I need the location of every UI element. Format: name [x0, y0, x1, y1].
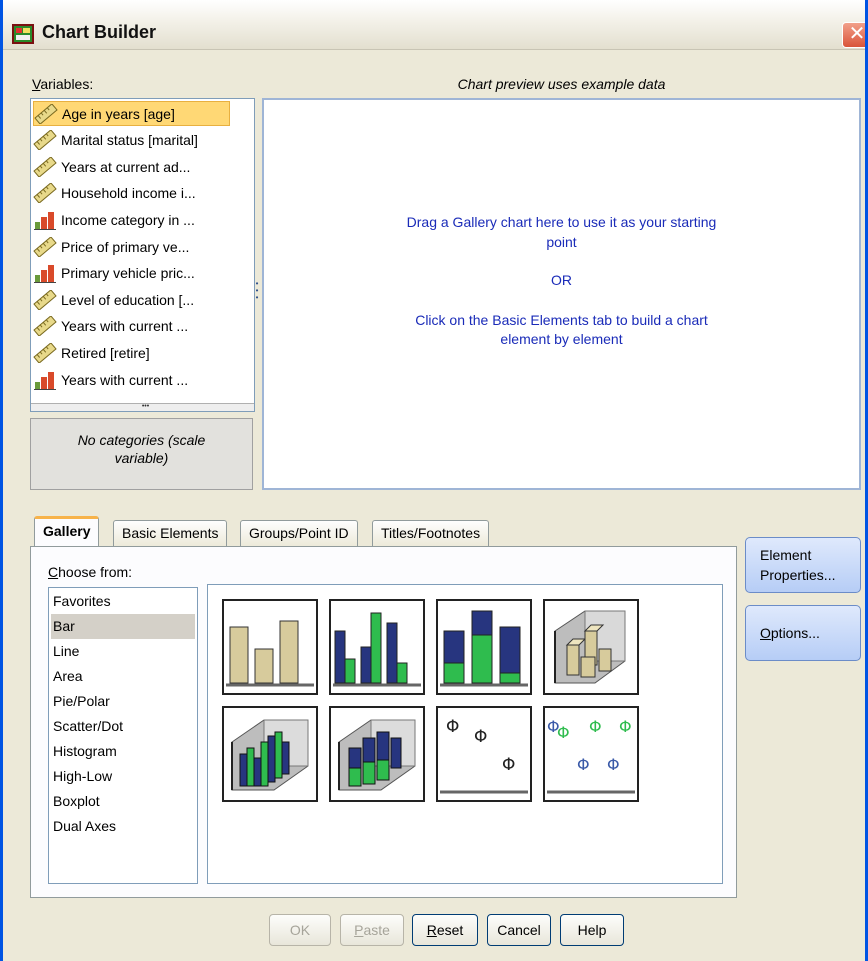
chart-type-boxplot[interactable]: Boxplot	[51, 789, 195, 814]
ordinal-measure-icon	[33, 370, 57, 390]
preview-instruction-line2: point	[546, 234, 577, 250]
tab-groups-point-id[interactable]: Groups/Point ID	[240, 520, 358, 547]
list-splitter-handle[interactable]: •••	[31, 403, 254, 411]
scale-measure-icon	[33, 155, 57, 178]
variable-item[interactable]: Income category in ...	[33, 207, 230, 232]
variables-label: Variables:	[32, 76, 94, 92]
tab-basic-elements[interactable]: Basic Elements	[113, 520, 228, 547]
variable-item[interactable]: Primary vehicle pric...	[33, 261, 230, 286]
chart-type-favorites[interactable]: Favorites	[51, 589, 195, 614]
variable-item-label: Household income i...	[61, 185, 196, 202]
scale-measure-icon	[33, 235, 57, 258]
clustered-bar-thumbnail[interactable]	[329, 599, 425, 695]
tab-strip: Gallery Basic Elements Groups/Point ID T…	[30, 506, 740, 548]
tab-gallery[interactable]: Gallery	[34, 516, 100, 548]
choose-from-label: Choose from:	[48, 564, 133, 580]
preview-instruction-line1: Drag a Gallery chart here to use it as y…	[406, 214, 717, 230]
variable-item-label: Level of education [...	[61, 291, 195, 308]
scale-measure-icon	[33, 129, 57, 151]
svg-text:Φ: Φ	[446, 717, 459, 737]
scale-measure-icon	[33, 342, 57, 364]
variable-item[interactable]: Years with current ...	[33, 367, 230, 392]
svg-text:Φ: Φ	[607, 755, 620, 774]
variable-item[interactable]: Age in years [age]	[33, 101, 230, 126]
chart-type-line[interactable]: Line	[51, 639, 195, 664]
variable-item-label: Income category in ...	[61, 211, 195, 228]
gallery-thumbnails-area: Φ Φ Φ Φ Φ Φ Φ Φ Φ	[207, 584, 723, 884]
variable-item-label: Years with current ...	[61, 318, 189, 335]
chart-preview-canvas[interactable]: Drag a Gallery chart here to use it as y…	[262, 98, 861, 490]
preview-instruction-line5: element by element	[500, 331, 623, 347]
chart-type-list[interactable]: Favorites Bar Line Area Pie/Polar Scatte…	[48, 587, 198, 884]
variable-item[interactable]: Price of primary ve...	[33, 234, 230, 259]
variable-item-label: Retired [retire]	[61, 344, 150, 361]
variable-item-label: Price of primary ve...	[61, 238, 190, 255]
stacked-bar-thumbnail[interactable]	[436, 599, 532, 695]
chart-type-scatter-dot[interactable]: Scatter/Dot	[51, 714, 195, 739]
svg-text:Φ: Φ	[577, 755, 590, 774]
variable-item[interactable]: Years with current ...	[33, 314, 230, 339]
simple-bar-thumbnail[interactable]	[222, 599, 318, 695]
variable-item-label: Marital status [marital]	[61, 132, 198, 149]
variables-list[interactable]: Age in years [age] Marital status [marita…	[30, 98, 255, 412]
simple-error-bar-thumbnail[interactable]: Φ Φ Φ	[436, 706, 532, 802]
variable-item-label: Years with current ...	[61, 371, 189, 388]
clustered-3d-bar-thumbnail[interactable]	[222, 706, 318, 802]
title-bar: Chart Builder ✕	[0, 0, 868, 50]
stacked-3d-bar-thumbnail[interactable]	[329, 706, 425, 802]
scale-measure-icon	[33, 315, 57, 338]
variable-item[interactable]: Years at current ad...	[33, 154, 230, 179]
simple-3d-bar-thumbnail[interactable]	[543, 599, 639, 695]
close-button[interactable]: ✕	[842, 22, 868, 48]
variable-item-label: Primary vehicle pric...	[61, 265, 195, 282]
chart-type-pie-polar[interactable]: Pie/Polar	[51, 689, 195, 714]
variable-item-label: Years at current ad...	[61, 158, 191, 175]
ordinal-measure-icon	[33, 263, 57, 284]
svg-text:Φ: Φ	[619, 717, 632, 736]
svg-text:Φ: Φ	[589, 717, 602, 736]
categories-info-box: No categories (scale variable)	[30, 418, 253, 490]
clustered-error-bar-thumbnail[interactable]: Φ Φ Φ Φ Φ Φ	[543, 706, 639, 802]
tab-titles-footnotes[interactable]: Titles/Footnotes	[372, 520, 490, 547]
chart-type-area[interactable]: Area	[51, 664, 195, 689]
chart-type-histogram[interactable]: Histogram	[51, 739, 195, 764]
window-title: Chart Builder	[42, 22, 157, 42]
variable-item[interactable]: Household income i...	[33, 181, 230, 206]
options-button[interactable]: Options...	[745, 605, 861, 661]
cancel-button[interactable]: Cancel	[487, 914, 551, 946]
chart-type-bar[interactable]: Bar	[51, 614, 195, 639]
variable-item-label: Age in years [age]	[62, 105, 175, 122]
svg-text:Φ: Φ	[502, 755, 515, 775]
element-properties-button[interactable]: Element Properties...	[745, 537, 861, 593]
chart-type-dual-axes[interactable]: Dual Axes	[51, 814, 195, 839]
chart-type-high-low[interactable]: High-Low	[51, 764, 195, 789]
ordinal-measure-icon	[33, 210, 57, 230]
ok-button[interactable]: OK	[269, 914, 331, 946]
reset-button[interactable]: Reset	[412, 914, 478, 946]
preview-instruction-line4: Click on the Basic Elements tab to build…	[415, 312, 708, 328]
scale-measure-icon	[33, 182, 57, 205]
chart-builder-app-icon	[12, 24, 34, 44]
preview-or-text: OR	[551, 272, 572, 288]
variable-item[interactable]: Retired [retire]	[33, 340, 230, 365]
scale-measure-icon	[34, 102, 58, 125]
variable-item[interactable]: Level of education [...	[33, 287, 230, 312]
help-button[interactable]: Help	[560, 914, 624, 946]
scale-measure-icon	[33, 288, 57, 311]
splitter-handle-icon[interactable]: • • •	[254, 280, 260, 304]
svg-text:Φ: Φ	[474, 727, 487, 747]
svg-text:Φ: Φ	[557, 723, 570, 742]
preview-heading: Chart preview uses example data	[457, 76, 666, 92]
paste-button[interactable]: Paste	[340, 914, 404, 946]
variable-item[interactable]: Marital status [marital]	[33, 128, 230, 153]
